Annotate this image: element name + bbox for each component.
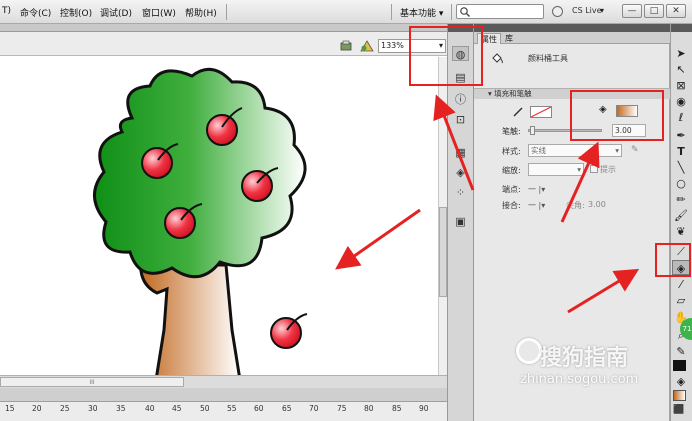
watermark-brand: 搜狗指南 [540,346,629,371]
arrow-icon [433,94,475,191]
arrow-icon [567,268,640,314]
arrow-icon [335,208,421,270]
arrow-icon [560,141,600,223]
sogou-logo-icon [516,338,542,364]
watermark-url: zhinan.sogou.com [520,372,639,387]
